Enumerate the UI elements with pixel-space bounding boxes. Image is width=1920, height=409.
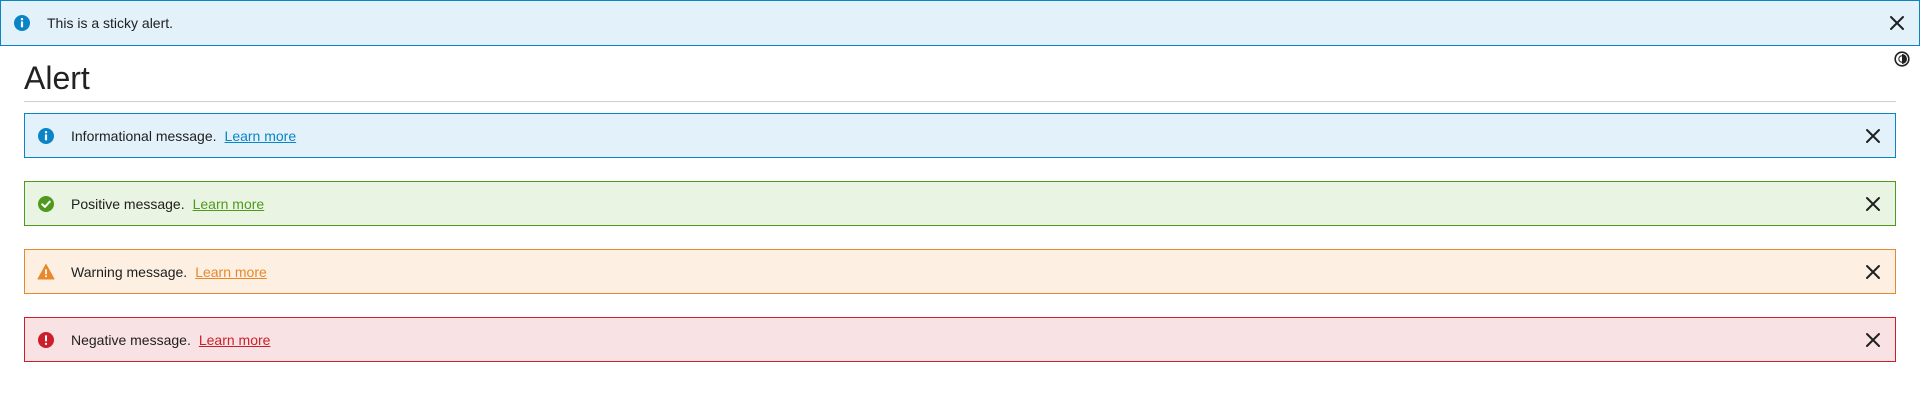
close-icon[interactable] [1864, 263, 1882, 281]
alert-positive: Positive message. Learn more [24, 181, 1896, 226]
alert-message: Informational message. [71, 127, 217, 144]
error-icon [37, 331, 55, 349]
check-circle-icon [37, 195, 55, 213]
learn-more-link[interactable]: Learn more [193, 196, 265, 212]
info-icon [13, 14, 31, 32]
learn-more-link[interactable]: Learn more [199, 332, 271, 348]
alert-informational: Informational message. Learn more [24, 113, 1896, 158]
alert-warning: Warning message. Learn more [24, 249, 1896, 294]
close-icon[interactable] [1888, 14, 1906, 32]
alert-message: Positive message. [71, 195, 185, 212]
close-icon[interactable] [1864, 195, 1882, 213]
alert-negative: Negative message. Learn more [24, 317, 1896, 362]
title-divider [24, 101, 1896, 102]
sticky-alert-message: This is a sticky alert. [47, 15, 174, 31]
learn-more-link[interactable]: Learn more [225, 128, 297, 144]
contrast-icon[interactable] [1894, 51, 1910, 67]
page-title: Alert [24, 60, 90, 96]
close-icon[interactable] [1864, 331, 1882, 349]
alert-message: Warning message. [71, 263, 188, 280]
info-icon [37, 127, 55, 145]
close-icon[interactable] [1864, 127, 1882, 145]
sticky-alert: This is a sticky alert. [0, 0, 1920, 46]
warning-triangle-icon [37, 263, 55, 281]
learn-more-link[interactable]: Learn more [195, 264, 267, 280]
alert-message: Negative message. [71, 331, 191, 348]
